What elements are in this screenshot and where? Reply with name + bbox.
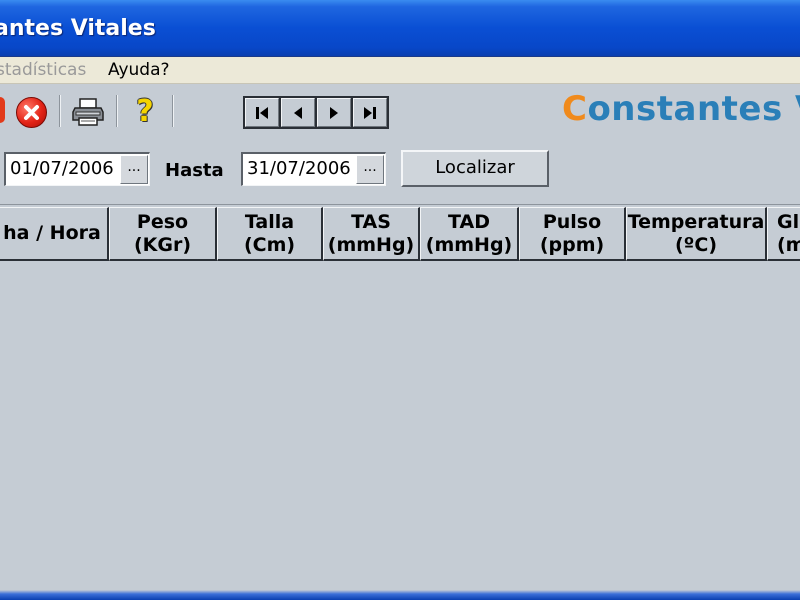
brand-logo-text: Constantes V — [562, 89, 800, 129]
column-header-fecha-hora[interactable]: ha / Hora — [0, 207, 109, 261]
date-to-field[interactable]: 31/07/2006 ... — [241, 152, 386, 186]
cancel-icon[interactable] — [16, 97, 47, 128]
toolbar-separator — [172, 95, 174, 127]
date-from-picker-button[interactable]: ... — [120, 155, 148, 184]
record-navigator — [243, 96, 389, 129]
toolbar-separator — [116, 95, 118, 127]
column-header-pulso[interactable]: Pulso (ppm) — [519, 207, 626, 261]
date-filter-bar: 01/07/2006 ... Hasta 31/07/2006 ... Loca… — [0, 139, 800, 204]
previous-record-icon — [294, 106, 302, 119]
record-icon[interactable] — [0, 97, 5, 123]
column-header-peso[interactable]: Peso (KGr) — [109, 207, 217, 261]
first-record-button[interactable] — [245, 98, 279, 127]
help-icon[interactable]: ? — [131, 95, 159, 129]
date-from-value[interactable]: 01/07/2006 — [10, 158, 114, 179]
window-bottom-border — [0, 590, 800, 600]
column-header-tas[interactable]: TAS (mmHg) — [323, 207, 420, 261]
previous-record-button[interactable] — [281, 98, 315, 127]
column-header-temperatura[interactable]: Temperatura (ºC) — [626, 207, 767, 261]
column-header-glucosa[interactable]: Gl (m — [767, 207, 800, 261]
title-bar[interactable]: antes Vitales — [0, 0, 800, 57]
last-record-icon — [364, 106, 376, 119]
menu-item-ayuda[interactable]: Ayuda? — [108, 60, 170, 80]
date-from-field[interactable]: 01/07/2006 ... — [4, 152, 150, 186]
window-title: antes Vitales — [0, 16, 156, 41]
column-header-tad[interactable]: TAD (mmHg) — [420, 207, 519, 261]
toolbar: ? Constantes V — [0, 85, 800, 139]
menu-item-estadisticas[interactable]: stadísticas — [0, 60, 86, 80]
first-record-icon — [256, 106, 268, 119]
last-record-button[interactable] — [353, 98, 387, 127]
next-record-icon — [330, 106, 338, 119]
printer-icon[interactable] — [72, 98, 104, 126]
menu-bar: stadísticas Ayuda? — [0, 57, 800, 84]
localizar-button[interactable]: Localizar — [401, 150, 549, 187]
column-header-talla[interactable]: Talla (Cm) — [217, 207, 323, 261]
next-record-button[interactable] — [317, 98, 351, 127]
vitals-grid-body[interactable] — [0, 262, 800, 590]
date-to-value[interactable]: 31/07/2006 — [247, 158, 351, 179]
date-to-picker-button[interactable]: ... — [356, 155, 384, 184]
vitals-grid-header: ha / Hora Peso (KGr) Talla (Cm) TAS (mmH… — [0, 204, 800, 262]
hasta-label: Hasta — [165, 160, 224, 181]
toolbar-separator — [59, 95, 61, 127]
